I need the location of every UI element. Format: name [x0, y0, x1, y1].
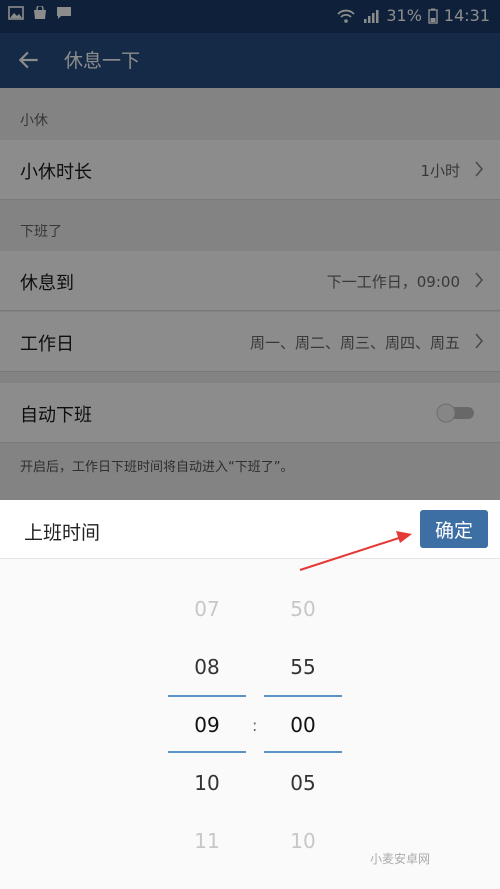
- confirm-button[interactable]: 确定: [420, 510, 488, 548]
- selection-line-top: [168, 695, 246, 697]
- time-picker-sheet: 上班时间 确定: [0, 500, 500, 889]
- minute-option[interactable]: 55: [264, 638, 342, 696]
- time-separator: :: [252, 716, 258, 735]
- hour-option[interactable]: 08: [168, 638, 246, 696]
- minute-option-selected[interactable]: 00: [264, 696, 342, 754]
- selection-line-bottom: [264, 751, 342, 753]
- watermark: 小麦安卓网: [370, 852, 431, 866]
- sheet-title: 上班时间: [24, 522, 101, 544]
- selection-line-top: [264, 695, 342, 697]
- hour-option[interactable]: 07: [168, 580, 246, 638]
- minute-option[interactable]: 10: [264, 812, 342, 870]
- selection-line-bottom: [168, 751, 246, 753]
- hour-option-selected[interactable]: 09: [168, 696, 246, 754]
- hour-option[interactable]: 10: [168, 754, 246, 812]
- minute-picker[interactable]: 50 55 00 05 10: [264, 580, 342, 870]
- hour-picker[interactable]: 07 08 09 10 11: [168, 580, 246, 870]
- hour-option[interactable]: 11: [168, 812, 246, 870]
- minute-option[interactable]: 05: [264, 754, 342, 812]
- minute-option[interactable]: 50: [264, 580, 342, 638]
- sheet-header: 上班时间 确定: [0, 500, 500, 559]
- dim-overlay[interactable]: [0, 0, 500, 500]
